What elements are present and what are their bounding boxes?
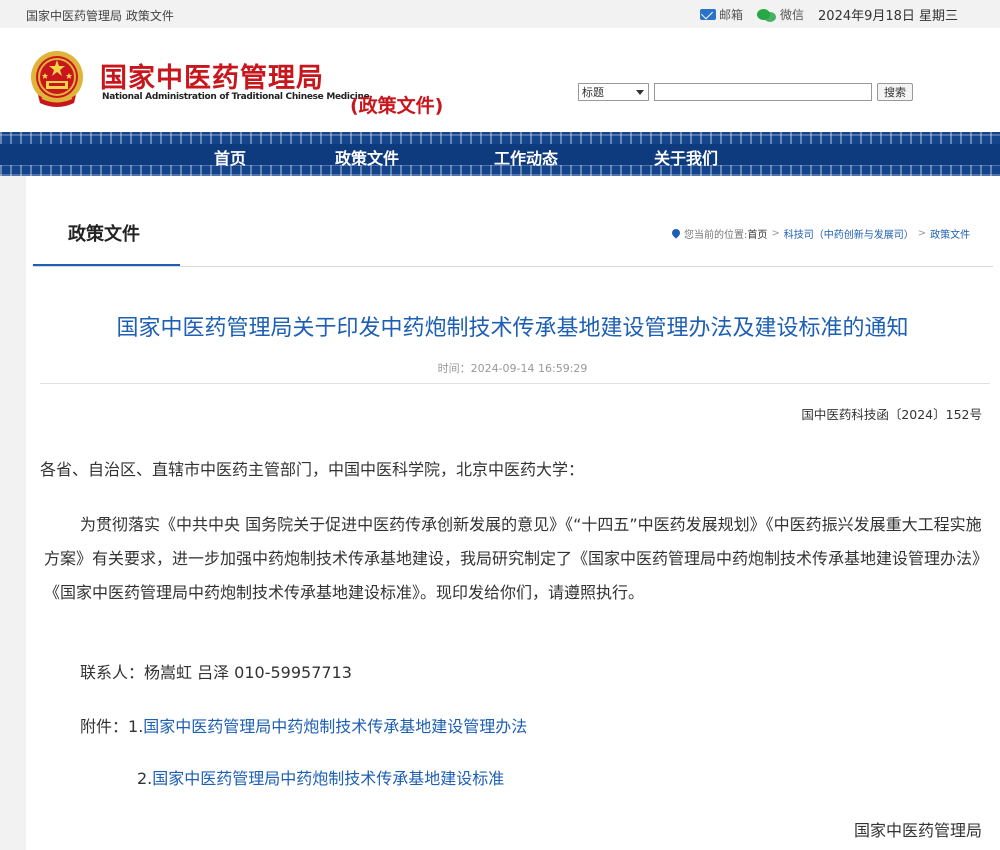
wechat-label: 微信 [780, 8, 805, 22]
site-label: 国家中医药管理局 政策文件 [26, 9, 174, 23]
nav-item-policy[interactable]: 政策文件 [335, 145, 399, 169]
breadcrumb-prefix: 您当前的位置: [684, 230, 748, 241]
article-body: 为贯彻落实《中共中央 国务院关于促进中医药传承创新发展的意见》《“十四五”中医药… [44, 515, 982, 602]
brand-english: National Administration of Traditional C… [102, 92, 370, 102]
wechat-icon [757, 8, 777, 22]
wechat-link[interactable]: 微信 [757, 6, 804, 23]
document-number: 国中医药科技函〔2024〕152号 [801, 407, 982, 422]
search-button[interactable]: 搜索 [877, 83, 913, 101]
national-emblem-icon[interactable] [28, 49, 86, 111]
article-title: 国家中医药管理局关于印发中药炮制技术传承基地建设管理办法及建设标准的通知 [116, 316, 909, 341]
search-input[interactable] [654, 83, 872, 101]
site-header: 国家中医药管理局 National Administration of Trad… [0, 28, 1000, 132]
attachment-row-2: 2.国家中医药管理局中药炮制技术传承基地建设标准 [137, 765, 504, 789]
attachment-row-1: 附件：1.国家中医药管理局中药炮制技术传承基地建设管理办法 [80, 713, 527, 737]
attachment-index: 1. [128, 717, 144, 736]
current-date: 2024年9月18日 星期三 [818, 9, 959, 24]
salutation: 各省、自治区、直辖市中医药主管部门，中国中医科学院，北京中医药大学： [40, 460, 585, 479]
top-utility-bar: 国家中医药管理局 政策文件 邮箱 微信 2024年9月18日 星期三 [0, 0, 1000, 28]
brand-title[interactable]: 国家中医药管理局 [100, 56, 324, 95]
nav-item-about[interactable]: 关于我们 [654, 145, 718, 169]
article-time: 时间：2024-09-14 16:59:29 [437, 362, 588, 375]
divider [40, 383, 990, 384]
breadcrumb-current[interactable]: 政策文件 [930, 226, 970, 241]
column-title: 政策文件 [68, 224, 140, 245]
breadcrumb-home[interactable]: 首页 [747, 226, 767, 241]
chevron-down-icon [636, 89, 644, 95]
breadcrumb-separator: > [917, 228, 927, 239]
divider [33, 266, 993, 267]
signature: 国家中医药管理局 [853, 821, 982, 840]
search-bar: 标题 搜索 [578, 83, 913, 101]
attachments-label: 附件： [80, 717, 129, 736]
section-label: (政策文件) [350, 95, 444, 117]
topbar-right: 邮箱 微信 2024年9月18日 星期三 [700, 5, 958, 24]
breadcrumb-department[interactable]: 科技司（中药创新与发展司） [784, 226, 914, 241]
attachment-link-2[interactable]: 国家中医药管理局中药炮制技术传承基地建设标准 [152, 769, 504, 788]
attachment-link-1[interactable]: 国家中医药管理局中药炮制技术传承基地建设管理办法 [143, 717, 527, 736]
nav-item-home[interactable]: 首页 [214, 145, 246, 169]
main-nav: 首页 政策文件 工作动态 关于我们 [0, 132, 1000, 176]
mail-icon [700, 9, 716, 20]
contact-info: 联系人：杨嵩虹 吕泽 010-59957713 [80, 663, 352, 682]
breadcrumb-separator: > [771, 228, 780, 239]
attachment-index: 2. [137, 769, 153, 788]
mail-label: 邮箱 [719, 8, 744, 22]
mail-link[interactable]: 邮箱 [700, 6, 743, 23]
search-type-value: 标题 [582, 86, 604, 99]
left-margin [0, 176, 26, 850]
location-pin-icon [672, 229, 680, 239]
search-type-select[interactable]: 标题 [578, 83, 649, 101]
nav-item-news[interactable]: 工作动态 [494, 145, 558, 169]
breadcrumb: 您当前的位置: 首页 > 科技司（中药创新与发展司） > 政策文件 [672, 226, 970, 241]
